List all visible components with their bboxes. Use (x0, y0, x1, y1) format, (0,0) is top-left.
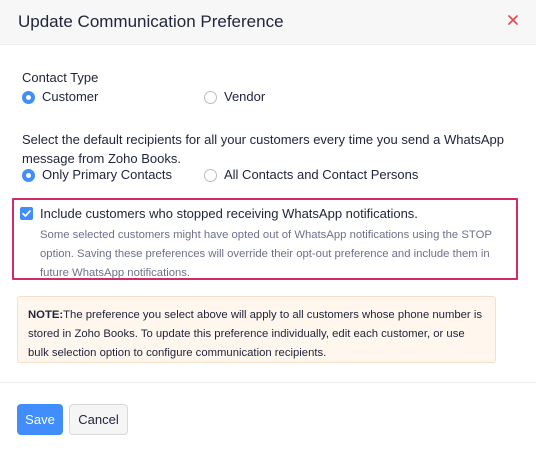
opt-out-label[interactable]: Include customers who stopped receiving … (40, 206, 418, 221)
radio-customer[interactable] (22, 91, 35, 104)
radio-all-contacts[interactable] (204, 169, 217, 182)
footer-divider (0, 382, 536, 383)
radio-primary-contacts-label[interactable]: Only Primary Contacts (42, 167, 172, 182)
contact-type-label: Contact Type (22, 70, 99, 85)
radio-customer-label[interactable]: Customer (42, 89, 98, 104)
dialog-header: Update Communication Preference (0, 0, 536, 45)
save-button[interactable]: Save (17, 404, 63, 435)
check-icon (22, 210, 31, 217)
recipients-description: Select the default recipients for all yo… (22, 132, 504, 166)
opt-out-hint: Some selected customers might have opted… (40, 229, 492, 279)
radio-all-contacts-label[interactable]: All Contacts and Contact Persons (224, 167, 418, 182)
radio-vendor[interactable] (204, 91, 217, 104)
close-icon[interactable] (504, 11, 522, 29)
cancel-button[interactable]: Cancel (69, 404, 128, 435)
dialog-title: Update Communication Preference (18, 12, 284, 31)
note-prefix: NOTE: (28, 309, 64, 321)
radio-vendor-label[interactable]: Vendor (224, 89, 265, 104)
radio-primary-contacts[interactable] (22, 169, 35, 182)
note-text: The preference you select above will app… (28, 309, 482, 359)
opt-out-checkbox[interactable] (20, 207, 33, 220)
note-box: NOTE:The preference you select above wil… (17, 296, 496, 363)
